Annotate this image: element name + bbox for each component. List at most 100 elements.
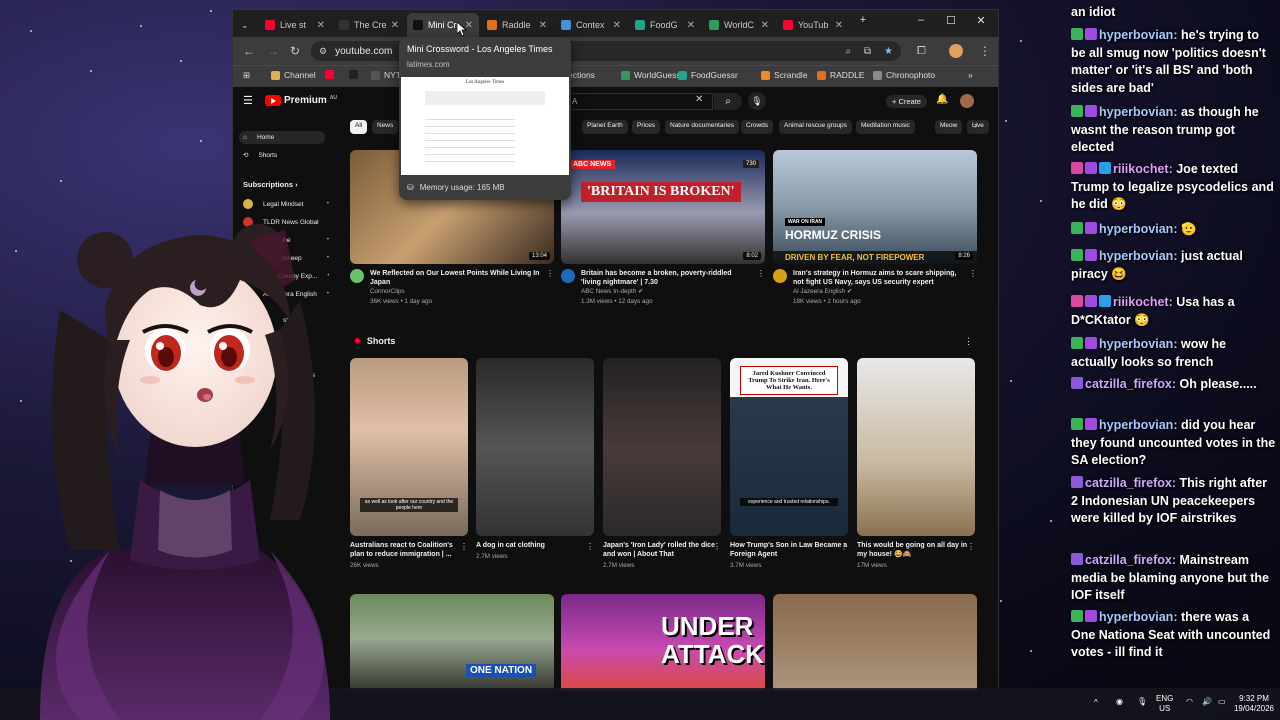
- chat-username[interactable]: hyperbovian:: [1099, 337, 1178, 351]
- bookmark-6[interactable]: WorldGuessr: [621, 70, 683, 80]
- tab-3[interactable]: Mini Cr ✕: [407, 13, 479, 37]
- tab-8[interactable]: YouTub ✕: [777, 13, 849, 37]
- maximize-button[interactable]: ☐: [941, 14, 961, 27]
- video-menu-icon[interactable]: ⋮: [969, 269, 977, 307]
- tab-close-icon[interactable]: ✕: [835, 20, 843, 31]
- chip-7[interactable]: Animal rescue groups: [779, 120, 852, 134]
- chip-5[interactable]: Nature documentaries: [665, 120, 739, 134]
- short-thumbnail[interactable]: [476, 358, 594, 536]
- video-thumbnail[interactable]: ABC NEWS 730 'BRITAIN IS BROKEN' 8:02: [561, 150, 765, 264]
- channel-name[interactable]: Al Jazeera English ✔: [793, 287, 963, 297]
- chat-username[interactable]: hyperbovian:: [1099, 28, 1178, 42]
- short-menu-icon[interactable]: ⋮: [460, 542, 468, 551]
- video-card-2[interactable]: ABC NEWS 730 'BRITAIN IS BROKEN' 8:02 Britai…: [561, 150, 765, 307]
- tab-4[interactable]: Raddle ✕: [481, 13, 553, 37]
- sidebar-item-home[interactable]: ⌂ Home: [239, 131, 325, 144]
- channel-name[interactable]: ABC News In-depth ✔: [581, 287, 751, 297]
- bookmark-3[interactable]: [349, 70, 362, 79]
- apps-icon[interactable]: ⊞: [243, 70, 250, 81]
- language-indicator[interactable]: ENG US: [1156, 694, 1173, 714]
- tray-app-icon[interactable]: ◉: [1116, 697, 1123, 707]
- short-thumbnail[interactable]: Jared Kushner Convinced Trump To Strike …: [730, 358, 848, 536]
- channel-avatar[interactable]: [773, 269, 787, 283]
- video-card-3[interactable]: WAR ON IRAN HORMUZ CRISIS DRIVEN BY FEAR, …: [773, 150, 977, 307]
- chip-6[interactable]: Crowds: [741, 120, 774, 134]
- video-menu-icon[interactable]: ⋮: [757, 269, 765, 307]
- more-bookmarks-icon[interactable]: »: [968, 70, 973, 80]
- tab-close-icon[interactable]: ✕: [317, 20, 325, 31]
- video-title[interactable]: Britain has become a broken, poverty-rid…: [581, 269, 751, 287]
- short-card-5[interactable]: This would be going on all day in my hou…: [857, 358, 975, 569]
- chip-1[interactable]: All: [350, 120, 368, 134]
- new-tab-button[interactable]: +: [853, 14, 873, 26]
- video-thumbnail[interactable]: WAR ON IRAN HORMUZ CRISIS DRIVEN BY FEAR, …: [773, 150, 977, 264]
- bookmark-9[interactable]: RADDLE: [817, 70, 864, 80]
- tab-7[interactable]: WorldC ✕: [703, 13, 775, 37]
- menu-icon[interactable]: ⋮: [979, 44, 991, 58]
- battery-icon[interactable]: ▭: [1218, 697, 1226, 707]
- chat-username[interactable]: catzilla_firefox:: [1085, 377, 1176, 391]
- chat-username[interactable]: hyperbovian:: [1099, 105, 1178, 119]
- chip-3[interactable]: Planet Earth: [582, 120, 628, 134]
- tray-overflow-icon[interactable]: ^: [1094, 698, 1098, 708]
- tab-close-icon[interactable]: ✕: [391, 20, 399, 31]
- short-title[interactable]: This would be going on all day in my hou…: [857, 541, 975, 559]
- notifications-icon[interactable]: 🔔: [936, 94, 948, 105]
- short-menu-icon[interactable]: ⋮: [586, 542, 594, 551]
- channel-name[interactable]: ConnorClips: [370, 287, 540, 297]
- bookmark-8[interactable]: Scrandle: [761, 70, 808, 80]
- chip-10[interactable]: Live: [967, 120, 989, 134]
- chat-username[interactable]: catzilla_firefox:: [1085, 553, 1176, 567]
- hamburger-icon[interactable]: ☰: [243, 94, 253, 107]
- video-title[interactable]: Iran's strategy in Hormuz aims to scare …: [793, 269, 963, 287]
- tab-close-icon[interactable]: ✕: [761, 20, 769, 31]
- bookmark-4[interactable]: NYT: [371, 70, 401, 80]
- tab-6[interactable]: FoodG ✕: [629, 13, 701, 37]
- chips-next-icon[interactable]: ›: [974, 120, 977, 130]
- search-icon[interactable]: ⌕: [714, 93, 742, 110]
- short-title[interactable]: Japan's 'Iron Lady' rolled the dice and …: [603, 541, 721, 559]
- tab-5[interactable]: Contex ✕: [555, 13, 627, 37]
- tab-search-button[interactable]: ⌄: [235, 13, 259, 37]
- chat-username[interactable]: catzilla_firefox:: [1085, 476, 1176, 490]
- clock[interactable]: 9:32 PM 19/04/2026: [1230, 694, 1278, 714]
- bookmark-2[interactable]: [325, 70, 338, 79]
- volume-icon[interactable]: 🔊: [1202, 697, 1212, 707]
- site-info-icon[interactable]: ⚙: [319, 46, 327, 57]
- tab-1[interactable]: Live st ✕: [259, 13, 331, 37]
- chat-username[interactable]: hyperbovian:: [1099, 249, 1178, 263]
- bookmark-1[interactable]: Channel: [271, 70, 316, 80]
- tab-close-icon[interactable]: ✕: [539, 20, 547, 31]
- subscriptions-heading[interactable]: Subscriptions ›: [243, 180, 298, 189]
- chat-username[interactable]: riiikochet:: [1113, 162, 1173, 176]
- zoom-icon[interactable]: ⌕: [845, 46, 851, 57]
- short-menu-icon[interactable]: ⋮: [713, 542, 721, 551]
- short-thumbnail[interactable]: [857, 358, 975, 536]
- chat-username[interactable]: riiikochet:: [1113, 295, 1173, 309]
- install-icon[interactable]: ⧉: [864, 46, 871, 57]
- youtube-logo[interactable]: Premium AU: [265, 95, 337, 106]
- mic-icon[interactable]: 🎙: [748, 92, 766, 110]
- profile-avatar[interactable]: [949, 44, 963, 58]
- video-title[interactable]: We Reflected on Our Lowest Points While …: [370, 269, 540, 287]
- short-card-3[interactable]: Japan's 'Iron Lady' rolled the dice and …: [603, 358, 721, 569]
- bookmark-10[interactable]: Chronophoto: [873, 70, 935, 80]
- short-title[interactable]: How Trump's Son in Law Became a Foreign …: [730, 541, 848, 559]
- tab-close-icon[interactable]: ✕: [613, 20, 621, 31]
- sidebar-sub-1[interactable]: Legal Mindset •: [243, 199, 329, 209]
- forward-icon[interactable]: →: [267, 44, 279, 58]
- chip-2[interactable]: News: [372, 120, 399, 134]
- extensions-icon[interactable]: ⧠: [917, 45, 926, 58]
- minimize-button[interactable]: –: [911, 14, 931, 26]
- chat-username[interactable]: hyperbovian:: [1099, 610, 1178, 624]
- mic-tray-icon[interactable]: 🎙: [1137, 697, 1147, 707]
- short-title[interactable]: A dog in cat clothing: [476, 541, 594, 550]
- search-input[interactable]: A: [563, 93, 713, 110]
- channel-avatar[interactable]: [561, 269, 575, 283]
- short-card-4[interactable]: Jared Kushner Convinced Trump To Strike …: [730, 358, 848, 569]
- chip-9[interactable]: Meow: [935, 120, 963, 134]
- chip-8[interactable]: Meditation music: [856, 120, 915, 134]
- chat-username[interactable]: hyperbovian:: [1099, 418, 1178, 432]
- tab-close-icon[interactable]: ✕: [687, 20, 695, 31]
- create-button[interactable]: + Create: [886, 95, 927, 108]
